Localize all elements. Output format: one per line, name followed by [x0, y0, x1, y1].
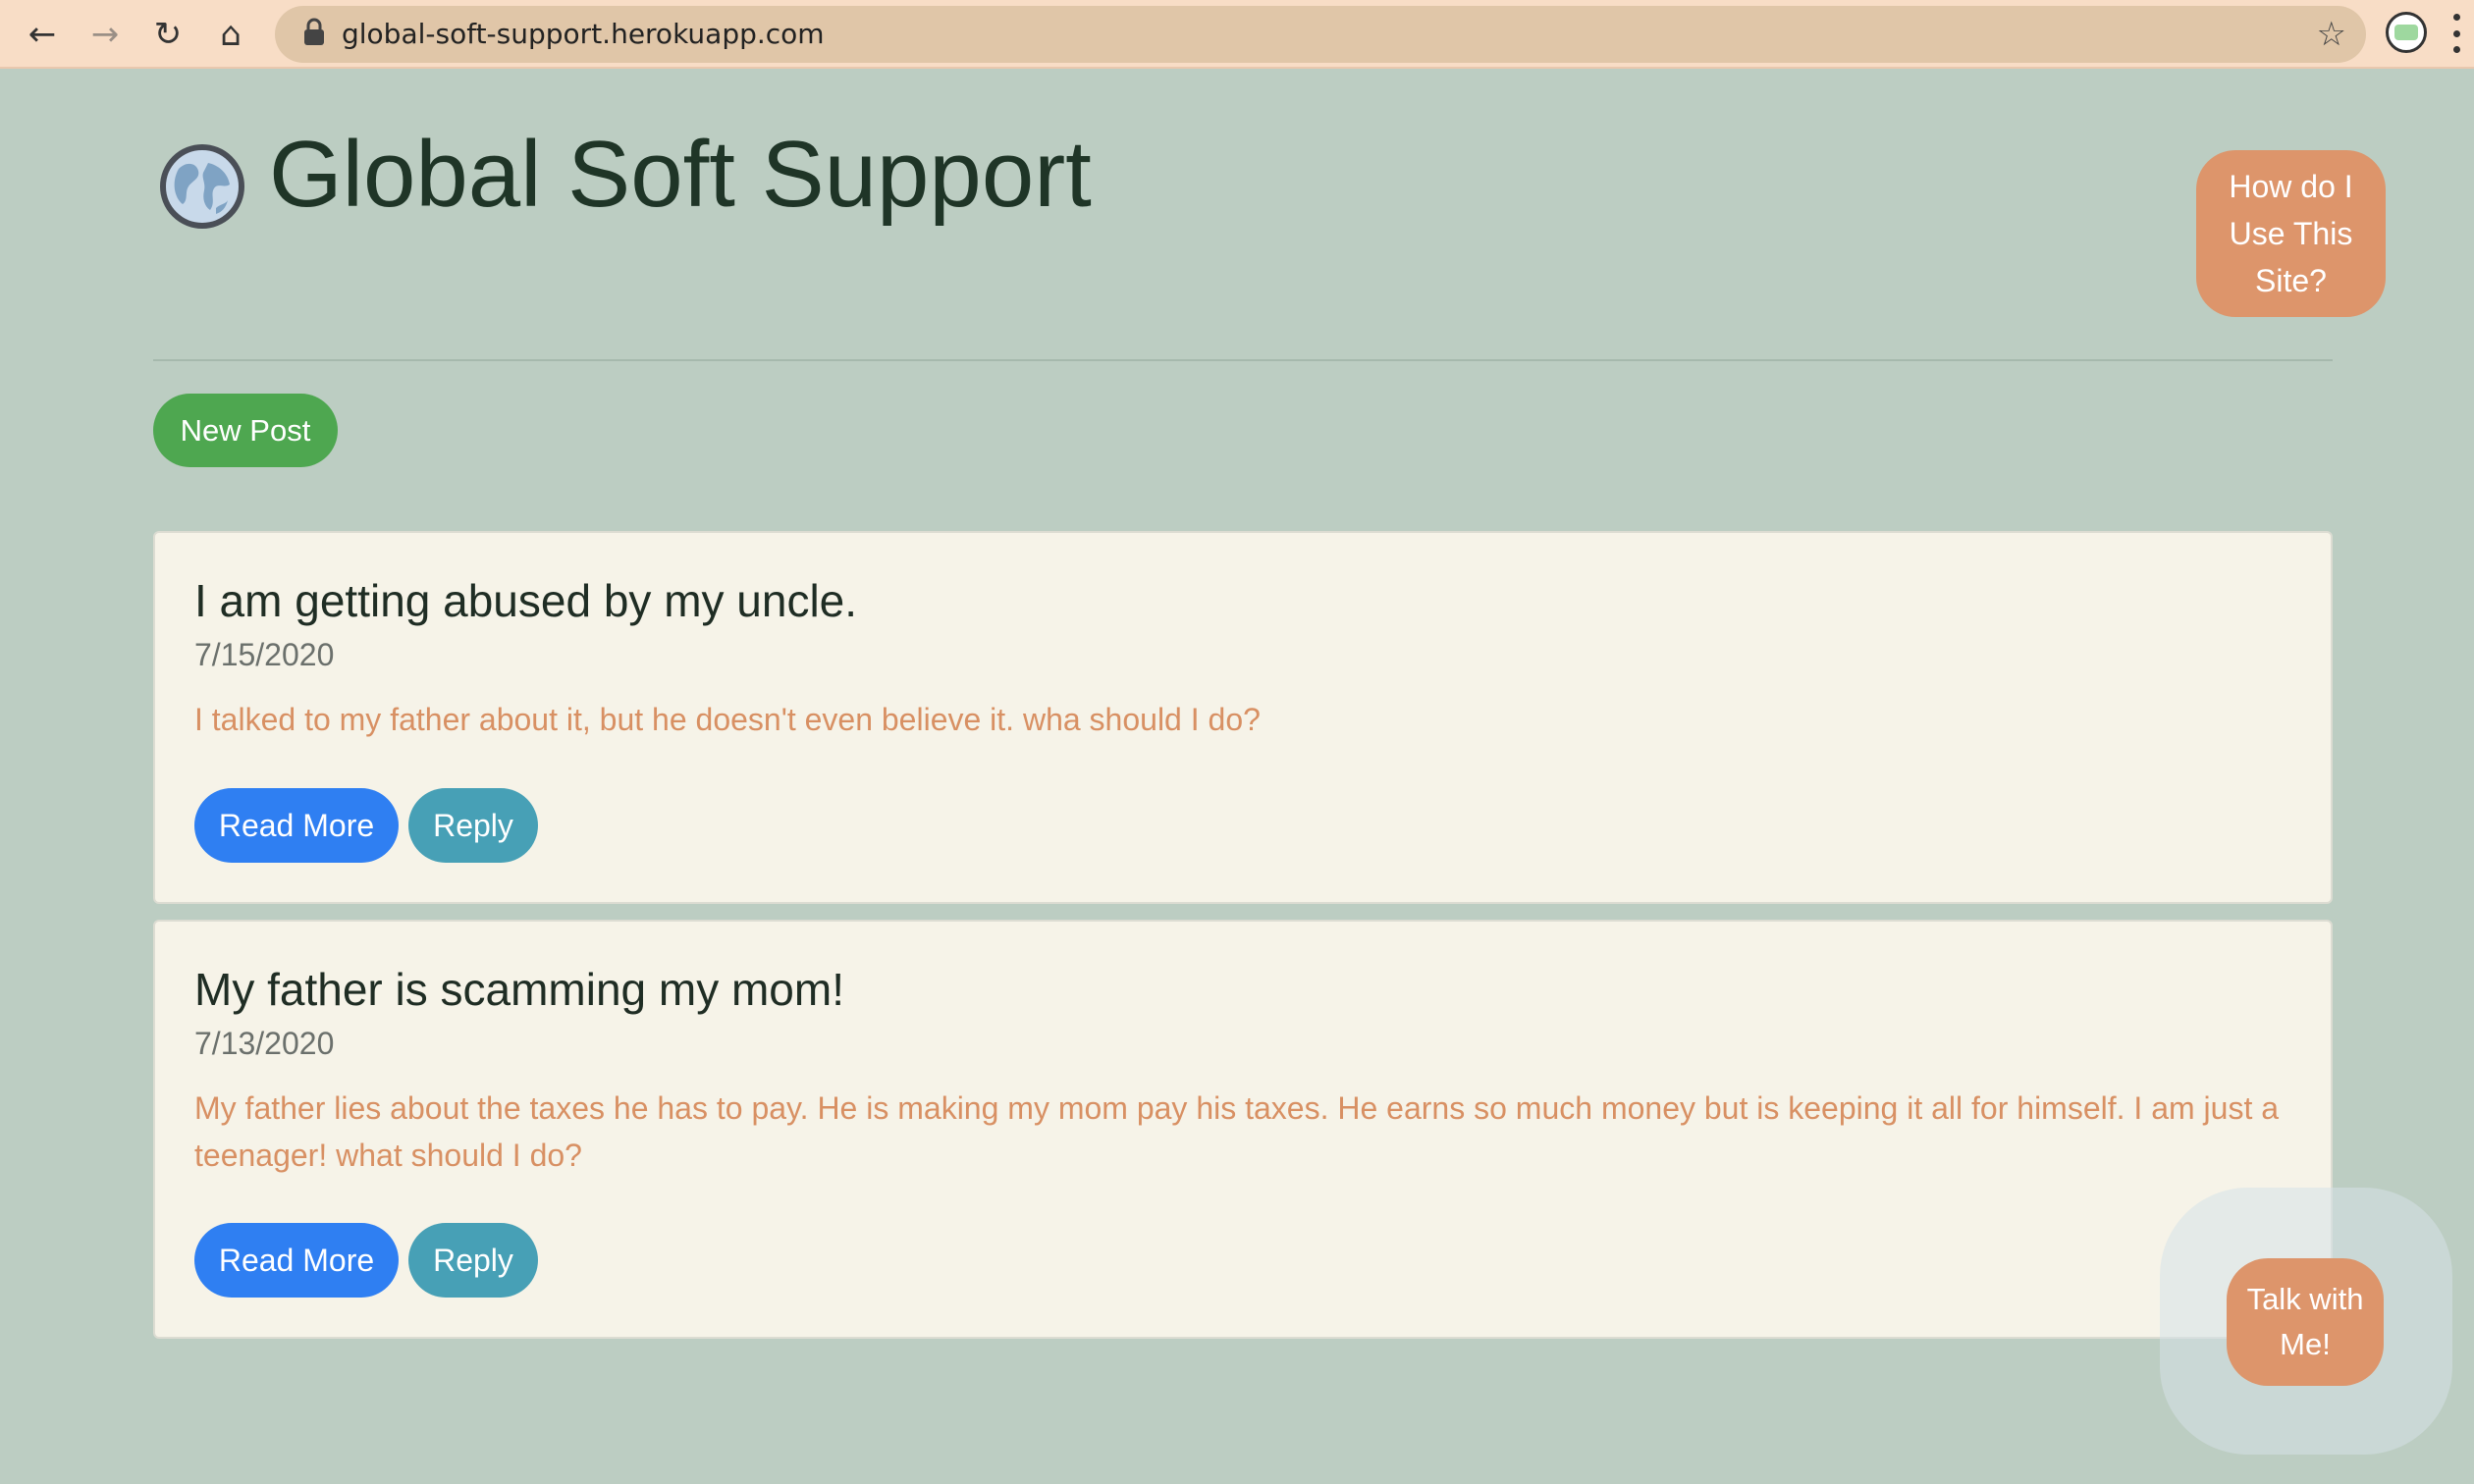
post-card: My father is scamming my mom! 7/13/2020 … — [153, 920, 2333, 1339]
post-title: My father is scamming my mom! — [194, 964, 844, 1015]
browser-menu-icon[interactable] — [2452, 14, 2460, 53]
forward-icon[interactable]: → — [81, 10, 130, 59]
reload-icon[interactable]: ↻ — [143, 10, 192, 59]
browser-toolbar: ← → ↻ ⌂ global-soft-support.herokuapp.co… — [0, 0, 2474, 69]
post-body: I talked to my father about it, but he d… — [194, 702, 1261, 737]
post-date: 7/13/2020 — [194, 1026, 335, 1061]
reply-button[interactable]: Reply — [408, 1223, 538, 1298]
back-icon[interactable]: ← — [18, 10, 67, 59]
page-title: Global Soft Support — [269, 122, 1092, 227]
post-card: I am getting abused by my uncle. 7/15/20… — [153, 531, 2333, 904]
new-post-button[interactable]: New Post — [153, 394, 338, 467]
bookmark-star-icon[interactable]: ☆ — [2317, 12, 2346, 57]
read-more-button[interactable]: Read More — [194, 788, 399, 863]
globe-icon — [160, 144, 244, 229]
post-date: 7/15/2020 — [194, 637, 335, 672]
header-divider — [153, 359, 2333, 361]
post-body: My father lies about the taxes he has to… — [194, 1090, 2280, 1173]
url-text: global-soft-support.herokuapp.com — [342, 18, 825, 50]
lock-icon — [304, 18, 324, 45]
address-bar[interactable]: global-soft-support.herokuapp.com ☆ — [275, 6, 2366, 63]
reply-button[interactable]: Reply — [408, 788, 538, 863]
talk-with-me-button[interactable]: Talk with Me! — [2227, 1258, 2384, 1386]
post-title: I am getting abused by my uncle. — [194, 575, 858, 626]
read-more-button[interactable]: Read More — [194, 1223, 399, 1298]
how-to-use-button[interactable]: How do I Use This Site? — [2196, 150, 2386, 317]
profile-avatar-icon[interactable] — [2386, 12, 2427, 53]
home-icon[interactable]: ⌂ — [206, 10, 255, 59]
